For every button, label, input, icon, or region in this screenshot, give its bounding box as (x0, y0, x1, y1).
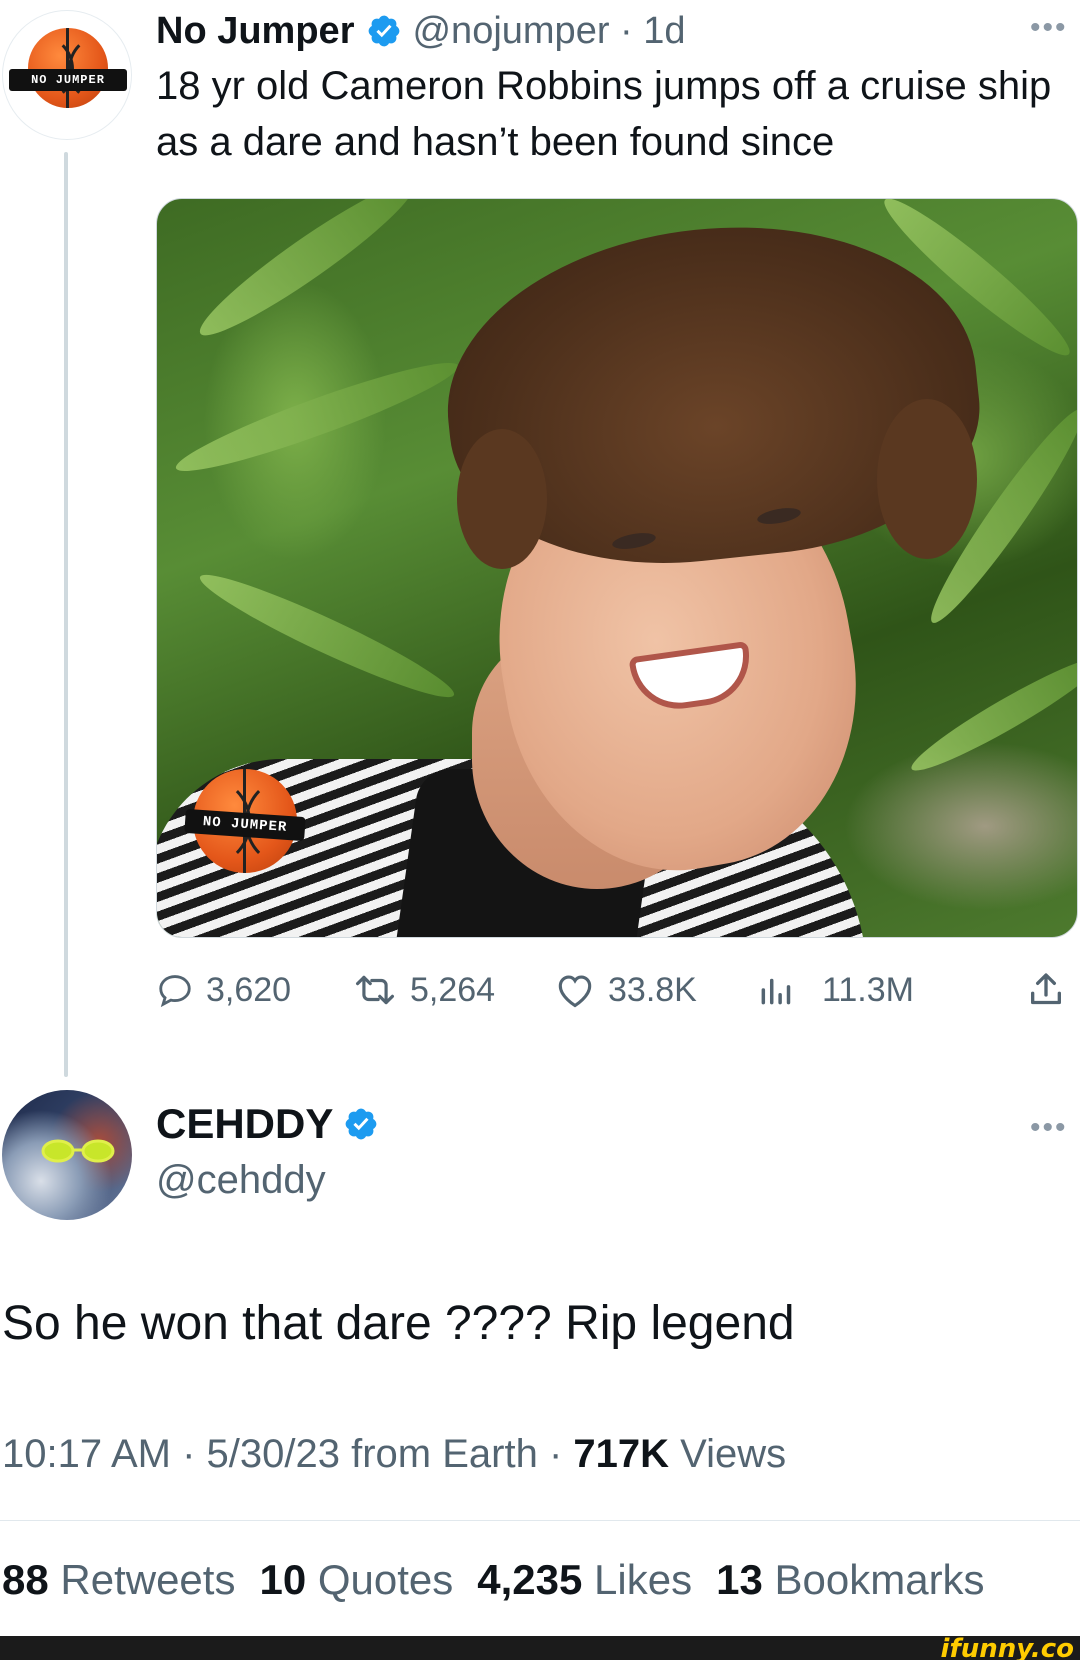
quotes-label: Quotes (306, 1556, 454, 1603)
views-count: 717K (573, 1432, 670, 1476)
hair-curl (457, 429, 547, 569)
likes-label: Likes (582, 1556, 693, 1603)
quotes-count: 10 (259, 1556, 307, 1603)
tweet-photo[interactable]: NO JUMPER (156, 198, 1078, 938)
author-handle-time[interactable]: @nojumper · 1d (412, 10, 685, 53)
retweet-count: 5,264 (410, 970, 496, 1009)
background-leaf (192, 561, 462, 711)
photo-watermark-logo: NO JUMPER (184, 769, 306, 889)
background-leaf (904, 646, 1077, 782)
reply-author-handle[interactable]: @cehddy (156, 1158, 326, 1203)
parent-tweet-header: No Jumper @nojumper · 1d (156, 6, 686, 56)
avatar-logo-text: NO JUMPER (9, 69, 127, 91)
verified-badge-icon (345, 1108, 377, 1140)
reply-icon (159, 975, 191, 1008)
author-name[interactable]: No Jumper (156, 10, 354, 53)
no-jumper-avatar[interactable]: NO JUMPER (2, 10, 132, 140)
view-count: 11.3M (822, 970, 914, 1009)
views-button[interactable]: 11.3M (756, 960, 914, 1020)
background-leaf (169, 348, 465, 486)
share-button[interactable] (1026, 960, 1078, 1020)
views-label: Views (669, 1432, 787, 1476)
quotes-stat[interactable]: 10 Quotes (259, 1556, 453, 1603)
background-leaf (189, 199, 425, 350)
reply-author-row: CEHDDY (156, 1100, 389, 1148)
thread-line (64, 152, 68, 1077)
reply-button[interactable]: 3,620 (156, 960, 291, 1020)
retweets-count: 88 (2, 1556, 49, 1603)
bookmarks-label: Bookmarks (762, 1556, 985, 1603)
heart-icon (558, 975, 592, 1008)
tweet-action-bar: 3,620 5,264 33.8K 11.3M (156, 960, 1078, 1020)
bookmarks-stat[interactable]: 13 Bookmarks (716, 1556, 984, 1603)
divider (0, 1520, 1080, 1521)
reply-meta: 10:17 AM · 5/30/23 from Earth · 717K Vie… (2, 1432, 786, 1477)
timestamp[interactable]: 10:17 AM · 5/30/23 from Earth · (2, 1432, 573, 1476)
analytics-icon (761, 978, 791, 1005)
reply-author-name[interactable]: CEHDDY (156, 1100, 333, 1148)
basketball-logo-icon (28, 28, 108, 108)
like-button[interactable]: 33.8K (554, 960, 697, 1020)
likes-count: 4,235 (477, 1556, 583, 1603)
tweet-text: 18 yr old Cameron Robbins jumps off a cr… (156, 64, 1052, 164)
likes-stat[interactable]: 4,235 Likes (477, 1556, 692, 1603)
more-options-icon[interactable]: ••• (1030, 13, 1068, 43)
retweet-button[interactable]: 5,264 (352, 960, 495, 1020)
cehddy-avatar[interactable] (2, 1090, 132, 1220)
retweets-label: Retweets (48, 1556, 236, 1603)
share-icon (1031, 973, 1061, 1005)
engagement-stats: 88 Retweets 10 Quotes 4,235 Likes 13 Bookma… (2, 1556, 985, 1604)
watermark-bar (0, 1636, 1080, 1660)
bookmarks-count: 13 (716, 1556, 763, 1603)
reply-text: So he won that dare ???? Rip legend (2, 1297, 795, 1350)
more-options-icon[interactable]: ••• (1030, 1113, 1068, 1143)
reply-count: 3,620 (206, 970, 292, 1009)
retweet-icon (356, 975, 394, 1005)
retweets-stat[interactable]: 88 Retweets (2, 1556, 235, 1603)
ifunny-watermark: ifunny.co (940, 1634, 1074, 1660)
verified-badge-icon (369, 15, 400, 47)
hair-curl (877, 399, 977, 559)
like-count: 33.8K (608, 970, 697, 1009)
sunglasses-icon (41, 1139, 115, 1163)
